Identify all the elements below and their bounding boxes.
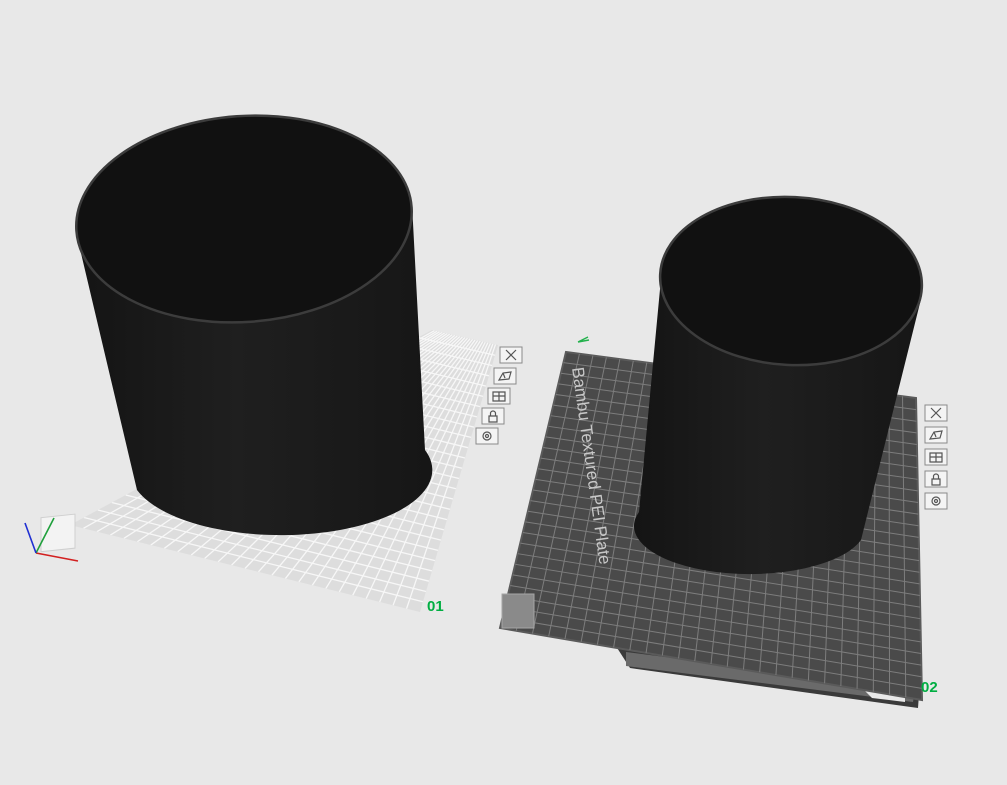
plate-2-edit-marker-icon[interactable] — [577, 336, 590, 343]
plate-1-number: 01 — [427, 598, 444, 615]
3d-viewport[interactable]: 01 Bambu Textured PEI Plate 02 — [0, 0, 1007, 785]
plate-2-lock-button[interactable] — [924, 470, 948, 488]
plate-2-settings-button[interactable] — [924, 492, 948, 510]
plate-2-remove-button[interactable] — [924, 404, 948, 422]
plate-2-orient-button[interactable] — [924, 426, 948, 444]
plate-2-arrange-button[interactable] — [924, 448, 948, 466]
z-axis-arrow — [24, 522, 37, 554]
plate-1-lock-button[interactable] — [481, 407, 505, 425]
plate-1-cylinder[interactable] — [69, 105, 433, 536]
x-axis-arrow — [35, 552, 79, 562]
plate-1-arrange-button[interactable] — [487, 387, 511, 405]
plate-1-remove-button[interactable] — [499, 346, 523, 364]
plate-2-toolbar — [924, 404, 948, 510]
plate-2-corner-marker — [501, 593, 535, 629]
plate-1-settings-button[interactable] — [475, 427, 499, 445]
plate-1-orient-button[interactable] — [493, 367, 517, 385]
plate-2-number: 02 — [921, 679, 938, 696]
